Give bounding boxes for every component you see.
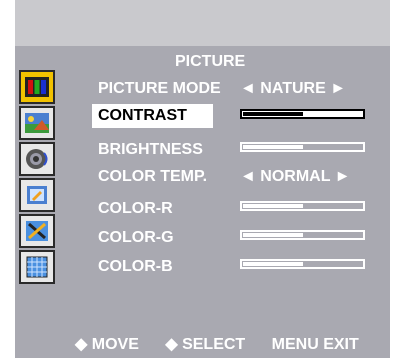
menu-exit-hint: MENU EXIT xyxy=(271,336,359,353)
image-icon xyxy=(25,113,49,133)
brightness-label: BRIGHTNESS xyxy=(98,141,203,158)
picture-mode-label: PICTURE MODE xyxy=(98,80,221,97)
setup-icon xyxy=(27,186,47,204)
color-g-label: COLOR-G xyxy=(98,229,174,246)
tab-picture[interactable] xyxy=(19,70,55,104)
tools-icon xyxy=(26,221,48,241)
color-r-label: COLOR-R xyxy=(98,200,173,217)
brightness-slider[interactable] xyxy=(240,142,365,152)
picture-icon xyxy=(25,77,49,97)
tab-tools[interactable] xyxy=(19,214,55,248)
contrast-slider[interactable] xyxy=(240,109,365,119)
sound-icon xyxy=(26,149,48,169)
menu-title: PICTURE xyxy=(175,53,246,70)
color-r-slider-fill xyxy=(243,204,303,208)
tab-image[interactable] xyxy=(19,106,55,140)
osd-menu: PICTURE PICTURE MODE ◄ NATURE ► CONTRAST… xyxy=(15,0,390,358)
contrast-slider-fill xyxy=(243,112,303,116)
color-b-slider[interactable] xyxy=(240,259,365,269)
color-b-slider-fill xyxy=(243,262,303,266)
color-temp-value[interactable]: ◄ NORMAL ► xyxy=(240,168,350,186)
color-g-slider-fill xyxy=(243,233,303,237)
grid-icon xyxy=(26,256,48,278)
tab-setup[interactable] xyxy=(19,178,55,212)
color-g-slider[interactable] xyxy=(240,230,365,240)
footer-hints: ◆ MOVE ◆ SELECT MENU EXIT xyxy=(75,334,381,354)
top-band xyxy=(15,0,390,46)
brightness-slider-fill xyxy=(243,145,303,149)
color-b-label: COLOR-B xyxy=(98,258,173,275)
contrast-label: CONTRAST xyxy=(92,104,213,128)
tab-grid[interactable] xyxy=(19,250,55,284)
picture-mode-value[interactable]: ◄ NATURE ► xyxy=(240,80,346,98)
color-r-slider[interactable] xyxy=(240,201,365,211)
tab-sound[interactable] xyxy=(19,142,55,176)
color-temp-label: COLOR TEMP. xyxy=(98,168,208,185)
move-hint: ◆ MOVE xyxy=(75,336,139,353)
select-hint: ◆ SELECT xyxy=(165,336,246,353)
